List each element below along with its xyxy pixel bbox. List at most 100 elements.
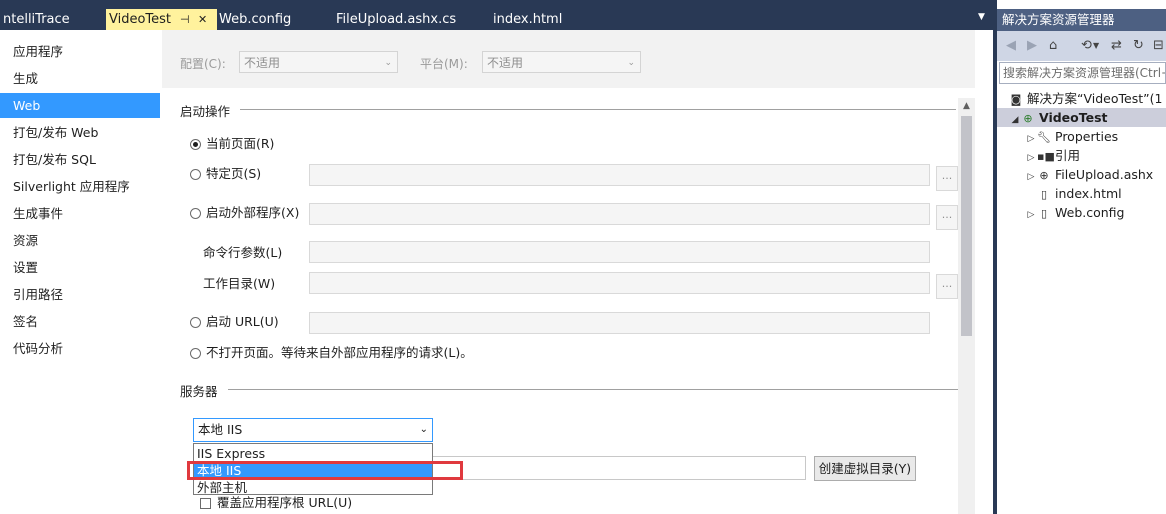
html-file-icon: ▯ [1040, 188, 1048, 201]
sidebar-item-label: 应用程序 [13, 44, 64, 59]
tree-label: VideoTest [1039, 110, 1108, 125]
radio-label: 不打开页面。等待来自外部应用程序的请求(L)。 [206, 345, 473, 360]
web-properties-page: 配置(C): 不适用 ⌄ 平台(M): 不适用 ⌄ 启动操作 当前页面(R) 特… [162, 30, 993, 514]
tree-item-fileupload-ashx[interactable]: ▷ ⊕ FileUpload.ashx [1025, 165, 1154, 184]
radio-button[interactable] [190, 169, 201, 180]
sidebar-item-application[interactable]: 应用程序 [0, 39, 63, 64]
external-program-input [309, 203, 930, 225]
sidebar-item-settings[interactable]: 设置 [0, 255, 38, 280]
tab-label: Web.config [219, 12, 292, 27]
sidebar-item-build[interactable]: 生成 [0, 66, 38, 91]
tree-label: 引用 [1055, 148, 1081, 163]
chevron-down-icon[interactable]: ⌄ [420, 419, 428, 441]
radio-label: 启动外部程序(X) [206, 205, 300, 220]
sidebar-item-web[interactable]: Web [0, 93, 160, 118]
project-properties-editor: 应用程序 生成 Web 打包/发布 Web 打包/发布 SQL Silverli… [0, 30, 993, 514]
radio-start-url[interactable]: 启动 URL(U) [190, 313, 279, 331]
sidebar-item-silverlight[interactable]: Silverlight 应用程序 [0, 174, 130, 199]
web-project-icon: ⊕ [1023, 112, 1033, 125]
tab-web-config[interactable]: Web.config [216, 9, 333, 30]
sidebar-item-resources[interactable]: 资源 [0, 228, 38, 253]
tree-item-web-config[interactable]: ▷ ▯ Web.config [1025, 203, 1125, 225]
back-icon[interactable]: ◀ [1006, 38, 1016, 53]
scrollbar-thumb[interactable] [961, 116, 972, 336]
radio-current-page[interactable]: 当前页面(R) [190, 135, 274, 153]
tree-item-references[interactable]: ▷ ▪■引用 [1025, 146, 1080, 165]
tab-label: FileUpload.ashx.cs [336, 12, 457, 27]
tree-item-properties[interactable]: ▷ 🔧︎ Properties [1025, 127, 1119, 146]
configuration-label: 配置(C): [180, 57, 226, 71]
configuration-bar: 配置(C): 不适用 ⌄ 平台(M): 不适用 ⌄ [162, 30, 975, 88]
sidebar-item-reference-paths[interactable]: 引用路径 [0, 282, 63, 307]
sync-icon[interactable]: ⇄ [1111, 38, 1122, 53]
scroll-up-arrow-icon[interactable]: ▲ [958, 98, 975, 114]
sidebar-item-label: 设置 [13, 260, 39, 275]
radio-label: 当前页面(R) [206, 136, 275, 151]
solution-search-input[interactable]: 搜索解决方案资源管理器(Ctrl+ [999, 62, 1166, 84]
radio-dont-open-page[interactable]: 不打开页面。等待来自外部应用程序的请求(L)。 [190, 344, 473, 362]
working-directory-label: 工作目录(W) [203, 276, 276, 291]
sidebar-item-build-events[interactable]: 生成事件 [0, 201, 63, 226]
sidebar-item-label: 生成事件 [13, 206, 64, 221]
radio-button[interactable] [190, 208, 201, 219]
server-type-combo[interactable]: 本地 IIS ⌄ [193, 418, 433, 442]
button-label: ... [941, 208, 953, 221]
sidebar-item-package-web[interactable]: 打包/发布 Web [0, 120, 98, 145]
forward-icon[interactable]: ▶ [1027, 38, 1037, 53]
section-divider [240, 109, 956, 110]
option-label: IIS Express [197, 446, 266, 461]
dropdown-option-external-host[interactable]: 外部主机 [194, 479, 432, 496]
close-icon[interactable]: ✕ [198, 9, 207, 30]
tree-item-index-html[interactable]: ▯ index.html [1025, 184, 1122, 203]
option-label: 外部主机 [197, 480, 248, 495]
tree-item-videotest-project[interactable]: ◢ ⊕ VideoTest [997, 108, 1166, 127]
sidebar-item-code-analysis[interactable]: 代码分析 [0, 336, 63, 361]
sidebar-item-label: 资源 [13, 233, 39, 248]
radio-start-external-program[interactable]: 启动外部程序(X) [190, 204, 299, 222]
browse-external-program-button: ... [936, 205, 958, 230]
dropdown-arrow-icon[interactable]: ▼ [978, 12, 985, 22]
sidebar-item-label: 打包/发布 SQL [13, 152, 96, 167]
tab-index-html[interactable]: index.html [490, 9, 601, 30]
create-virtual-directory-button[interactable]: 创建虚拟目录(Y) [814, 456, 916, 481]
tree-item-solution[interactable]: ◙ 解决方案“VideoTest”(1 个 [1009, 89, 1166, 108]
sidebar-item-label: 代码分析 [13, 341, 64, 356]
annotation-highlight-box [187, 461, 463, 480]
tree-label: Web.config [1055, 205, 1125, 220]
search-placeholder: 搜索解决方案资源管理器(Ctrl+ [1003, 66, 1166, 80]
vertical-scrollbar[interactable]: ▲ [958, 98, 975, 514]
history-icon[interactable]: ⟲ [1081, 38, 1092, 53]
properties-sidebar: 应用程序 生成 Web 打包/发布 Web 打包/发布 SQL Silverli… [0, 30, 162, 514]
pin-icon[interactable]: ⊣ [180, 9, 190, 30]
working-directory-input [309, 272, 930, 294]
sidebar-item-package-sql[interactable]: 打包/发布 SQL [0, 147, 96, 172]
collapsed-arrow-icon[interactable]: ▷ [1025, 206, 1037, 225]
sidebar-item-signing[interactable]: 签名 [0, 309, 38, 334]
radio-label: 启动 URL(U) [206, 314, 279, 329]
tab-videotest[interactable]: VideoTest ⊣ ✕ [106, 9, 217, 30]
checkbox[interactable] [200, 498, 211, 509]
radio-button[interactable] [190, 317, 201, 328]
tab-fileupload-cs[interactable]: FileUpload.ashx.cs [333, 9, 488, 30]
sidebar-item-label: 签名 [13, 314, 39, 329]
solution-explorer-title: 解决方案资源管理器 [997, 9, 1166, 31]
start-url-input [309, 312, 930, 334]
expanded-arrow-icon[interactable]: ◢ [1009, 111, 1021, 130]
button-label: ... [941, 277, 953, 290]
project-url-input[interactable] [432, 456, 806, 480]
radio-button-selected[interactable] [190, 139, 201, 150]
config-file-icon: ▯ [1040, 207, 1048, 220]
collapse-icon[interactable]: ⊟ [1153, 38, 1164, 53]
refresh-icon[interactable]: ↻ [1133, 38, 1144, 53]
radio-specific-page[interactable]: 特定页(S) [190, 165, 261, 183]
references-icon: ▪■ [1037, 150, 1055, 163]
tab-label: VideoTest [109, 12, 172, 27]
chevron-down-icon[interactable]: ▼ [1093, 41, 1099, 50]
radio-button[interactable] [190, 348, 201, 359]
platform-value: 不适用 [487, 56, 524, 70]
configuration-value: 不适用 [244, 56, 281, 70]
dropdown-option-iis-express[interactable]: IIS Express [194, 445, 432, 462]
sidebar-item-label: Silverlight 应用程序 [13, 179, 130, 194]
home-icon[interactable]: ⌂ [1049, 38, 1057, 53]
tab-intellitrace[interactable]: ntelliTrace [0, 9, 107, 30]
